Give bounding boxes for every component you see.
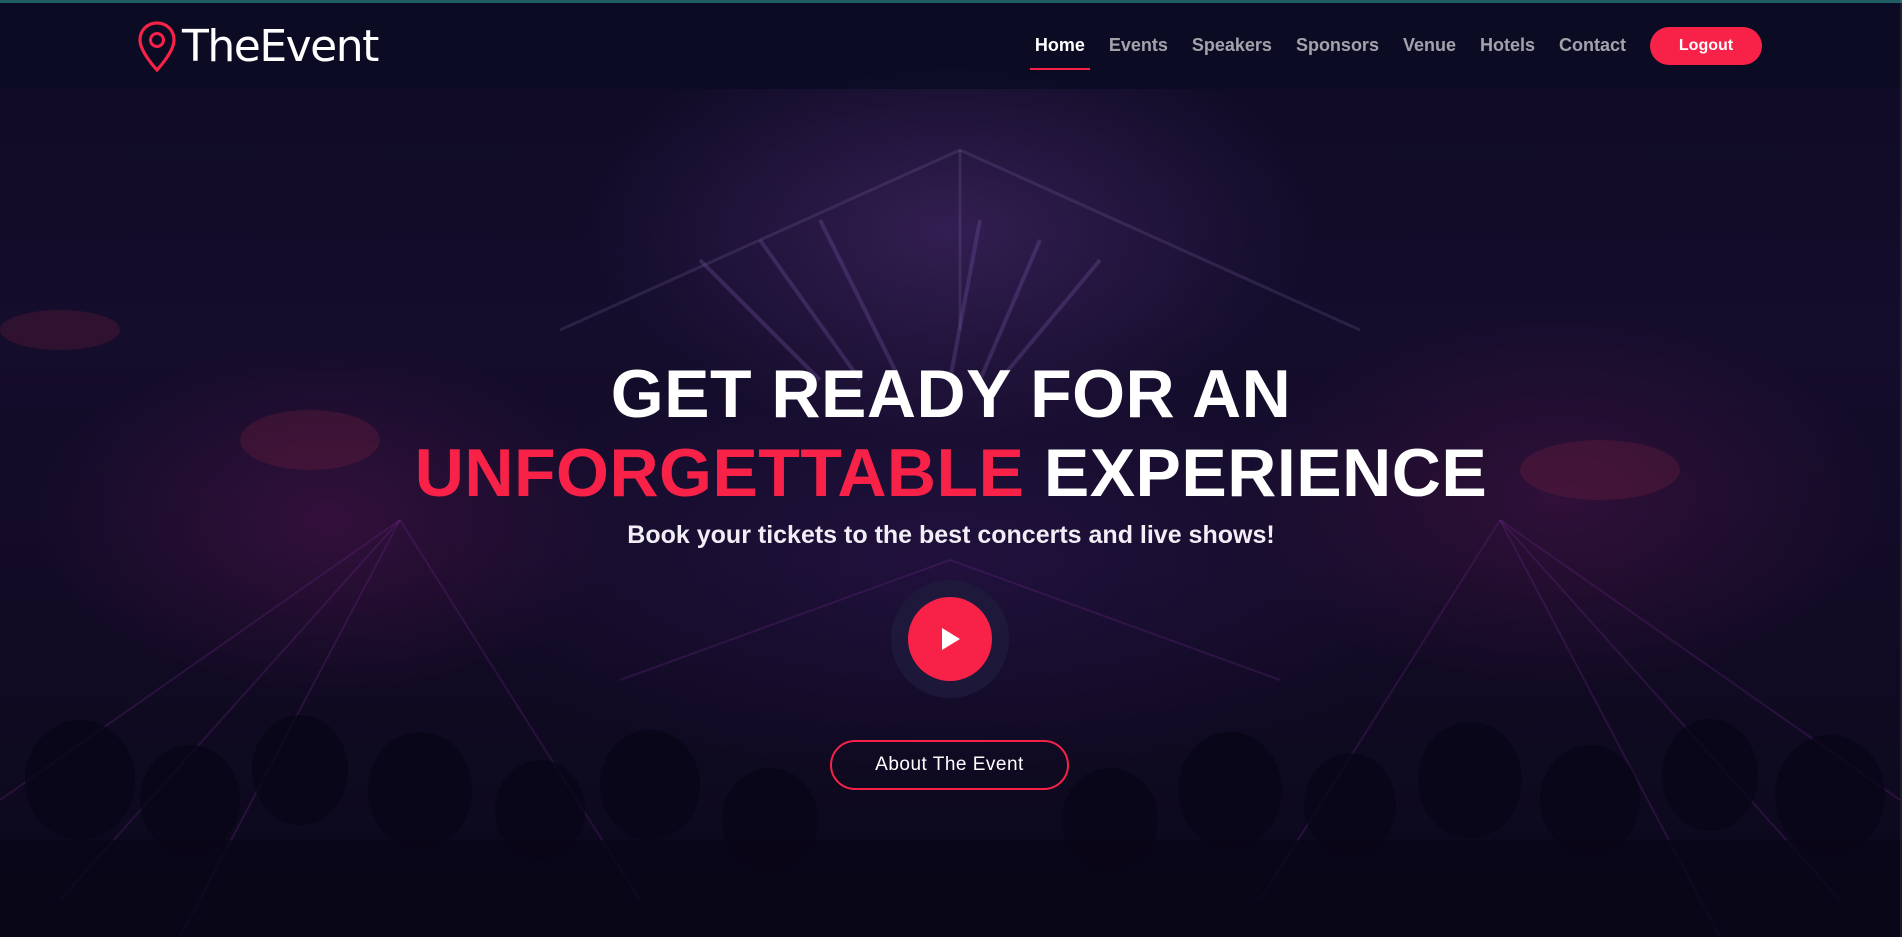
play-icon bbox=[942, 628, 960, 650]
hero-subtitle: Book your tickets to the best concerts a… bbox=[627, 521, 1275, 549]
hero-title-line1: GET READY FOR AN bbox=[610, 356, 1292, 432]
site-header: TheEvent Home Events Speakers Sponsors V… bbox=[0, 3, 1902, 89]
nav-item-speakers[interactable]: Speakers bbox=[1192, 27, 1272, 70]
map-pin-icon bbox=[138, 21, 176, 73]
nav-item-venue[interactable]: Venue bbox=[1403, 27, 1456, 70]
hero-title: GET READY FOR AN UNFORGETTABLE EXPERIENC… bbox=[0, 355, 1902, 513]
site-logo[interactable]: TheEvent bbox=[138, 19, 379, 75]
hero-title-rest: EXPERIENCE bbox=[1043, 435, 1488, 511]
nav-item-hotels[interactable]: Hotels bbox=[1480, 27, 1535, 70]
nav-item-sponsors[interactable]: Sponsors bbox=[1296, 27, 1379, 70]
about-event-button[interactable]: About The Event bbox=[830, 740, 1069, 790]
play-video-button[interactable] bbox=[891, 580, 1009, 698]
brand-name: TheEvent bbox=[182, 21, 379, 72]
main-nav: Home Events Speakers Sponsors Venue Hote… bbox=[1023, 26, 1762, 70]
nav-item-home[interactable]: Home bbox=[1029, 27, 1090, 70]
page: TheEvent Home Events Speakers Sponsors V… bbox=[0, 0, 1902, 937]
play-button-circle bbox=[908, 597, 992, 681]
hero-content: GET READY FOR AN UNFORGETTABLE EXPERIENC… bbox=[0, 355, 1902, 550]
logout-button[interactable]: Logout bbox=[1650, 26, 1762, 65]
nav-item-events[interactable]: Events bbox=[1109, 27, 1168, 70]
top-border bbox=[0, 0, 1902, 3]
hero-title-accent: UNFORGETTABLE bbox=[414, 435, 1025, 511]
nav-item-contact[interactable]: Contact bbox=[1559, 27, 1626, 70]
